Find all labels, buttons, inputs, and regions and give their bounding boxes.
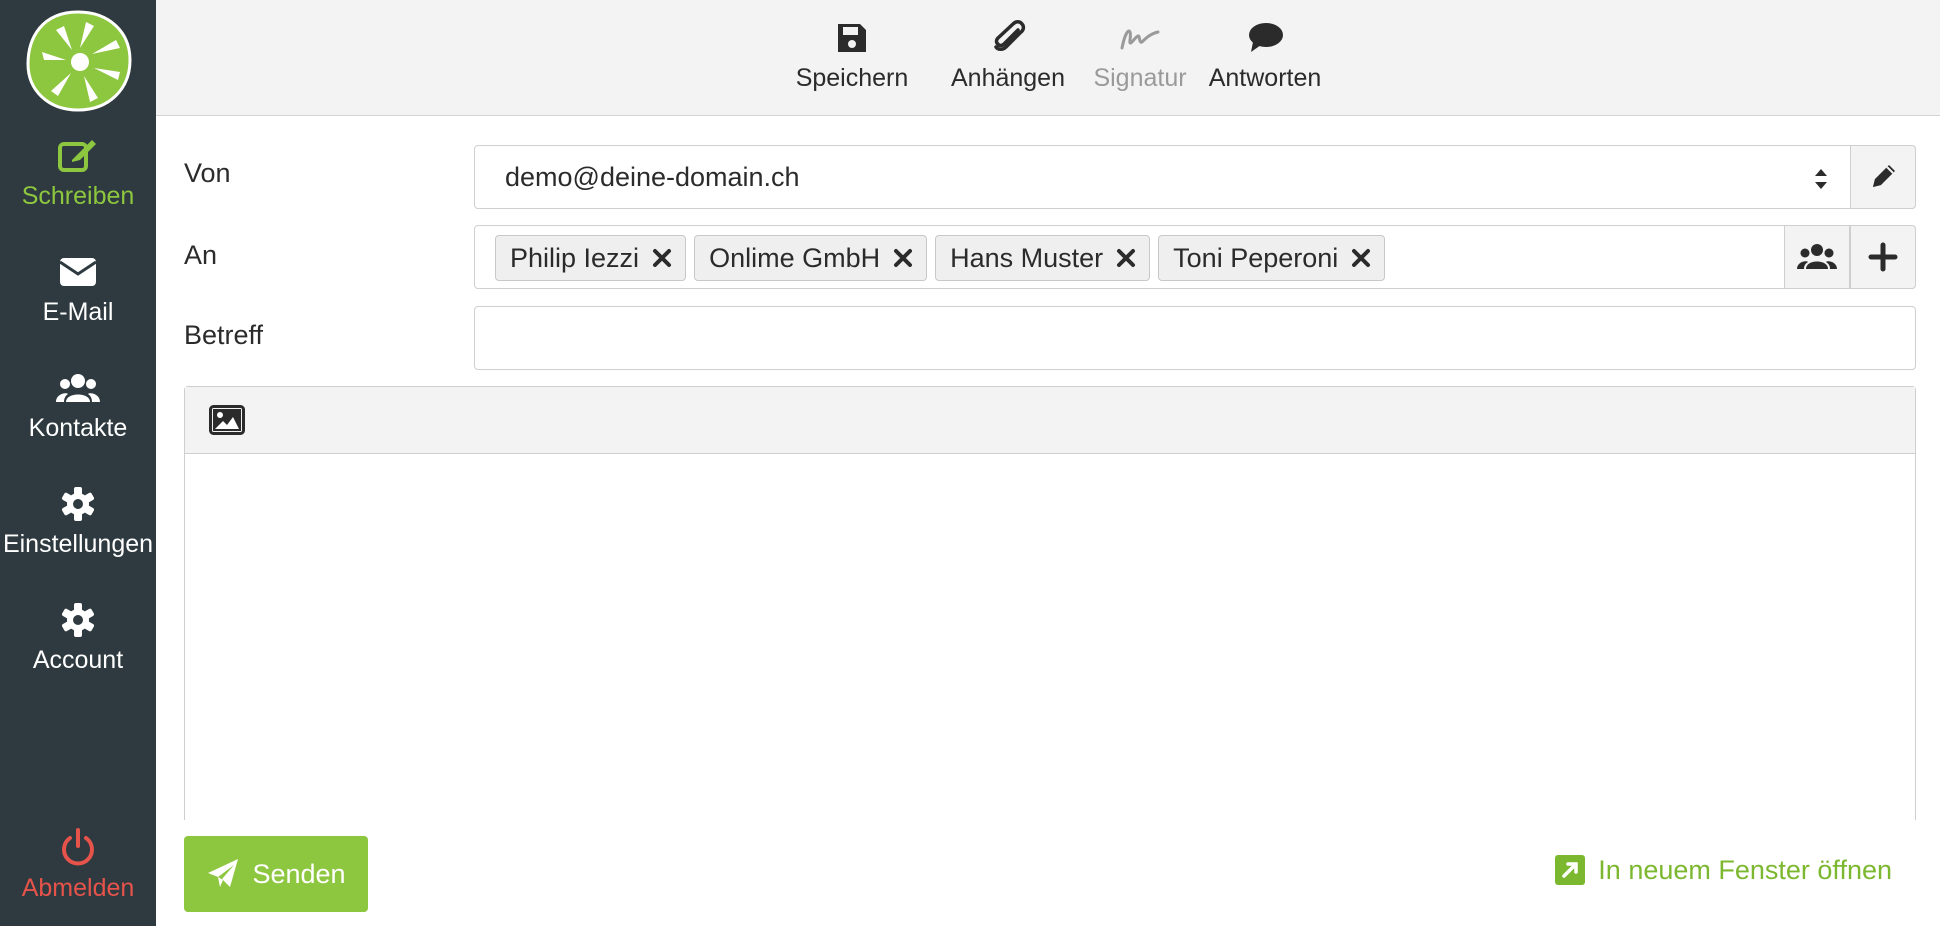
users-icon [56,368,100,408]
save-label: Speichern [795,64,909,92]
select-arrows-icon [1811,166,1831,192]
recipient-chip: Philip Iezzi [495,235,687,281]
from-label: Von [184,158,231,188]
pencil-icon [1873,165,1895,187]
add-recipient-button[interactable] [1850,225,1916,289]
sidebar-item-settings[interactable]: Einstellungen [0,484,156,559]
compose-toolbar: Speichern Anhängen Signatur Antworten [156,0,1940,116]
power-icon [56,828,100,868]
remove-icon[interactable] [1115,247,1137,269]
editor-toolbar [185,387,1915,454]
recipient-chip: Toni Peperoni [1158,235,1386,281]
subject-label: Betreff [184,320,264,350]
image-icon[interactable] [209,405,245,435]
open-new-window-link[interactable]: In neuem Fenster öffnen [1554,854,1892,886]
signature-button[interactable]: Signatur [1082,18,1198,93]
remove-icon[interactable] [1350,247,1372,269]
recipient-name: Hans Muster [950,242,1104,273]
logout-button[interactable]: Abmelden [0,828,156,903]
recipient-chips: Philip Iezzi Onlime GmbH Hans Muster Ton… [495,235,1386,281]
reply-button[interactable]: Antworten [1200,18,1330,93]
gear-icon [56,600,100,640]
sidebar-item-account[interactable]: Account [0,600,156,675]
sidebar-item-email[interactable]: E-Mail [0,252,156,327]
recipient-chip: Onlime GmbH [694,235,928,281]
address-book-button[interactable] [1784,225,1850,289]
external-link-icon [1555,855,1586,885]
save-icon [832,18,872,58]
attach-label: Anhängen [950,64,1065,92]
remove-icon[interactable] [651,247,673,269]
logout-label: Abmelden [21,874,135,902]
from-select[interactable]: demo@deine-domain.ch [474,145,1916,209]
sidebar-item-label: Account [32,646,124,674]
send-label: Senden [252,858,346,889]
edit-icon [56,136,100,176]
open-new-window-label: In neuem Fenster öffnen [1598,854,1892,885]
save-button[interactable]: Speichern [780,18,924,93]
sidebar: Schreiben E-Mail Kontakte Einstellungen … [0,0,156,926]
paperclip-icon [988,18,1028,58]
users-icon [1797,244,1837,269]
signature-label: Signatur [1093,64,1187,92]
to-label: An [184,240,218,270]
sidebar-item-label: E-Mail [42,298,114,326]
plus-icon [1868,242,1898,272]
sidebar-item-label: Schreiben [21,182,135,210]
send-button[interactable]: Senden [184,836,368,912]
signature-icon [1120,18,1160,58]
from-value: demo@deine-domain.ch [505,162,800,192]
paper-plane-icon [208,859,239,887]
sidebar-item-label: Kontakte [28,414,128,442]
sidebar-item-compose[interactable]: Schreiben [0,136,156,211]
envelope-icon [56,252,100,292]
recipient-name: Onlime GmbH [709,242,881,273]
app-logo[interactable] [24,8,132,112]
edit-identity-button[interactable] [1850,145,1916,209]
sidebar-item-contacts[interactable]: Kontakte [0,368,156,443]
subject-input[interactable] [474,306,1916,370]
remove-icon[interactable] [892,247,914,269]
recipients-field[interactable]: Philip Iezzi Onlime GmbH Hans Muster Ton… [474,225,1916,289]
speech-bubble-icon [1245,18,1285,58]
reply-label: Antworten [1208,64,1322,92]
recipient-name: Philip Iezzi [510,242,640,273]
attach-button[interactable]: Anhängen [942,18,1074,93]
recipient-name: Toni Peperoni [1173,242,1339,273]
sidebar-item-label: Einstellungen [2,530,154,558]
compose-footer: Senden In neuem Fenster öffnen [156,820,1940,926]
gear-icon [56,484,100,524]
message-body[interactable] [185,454,1915,821]
recipient-chip: Hans Muster [935,235,1151,281]
